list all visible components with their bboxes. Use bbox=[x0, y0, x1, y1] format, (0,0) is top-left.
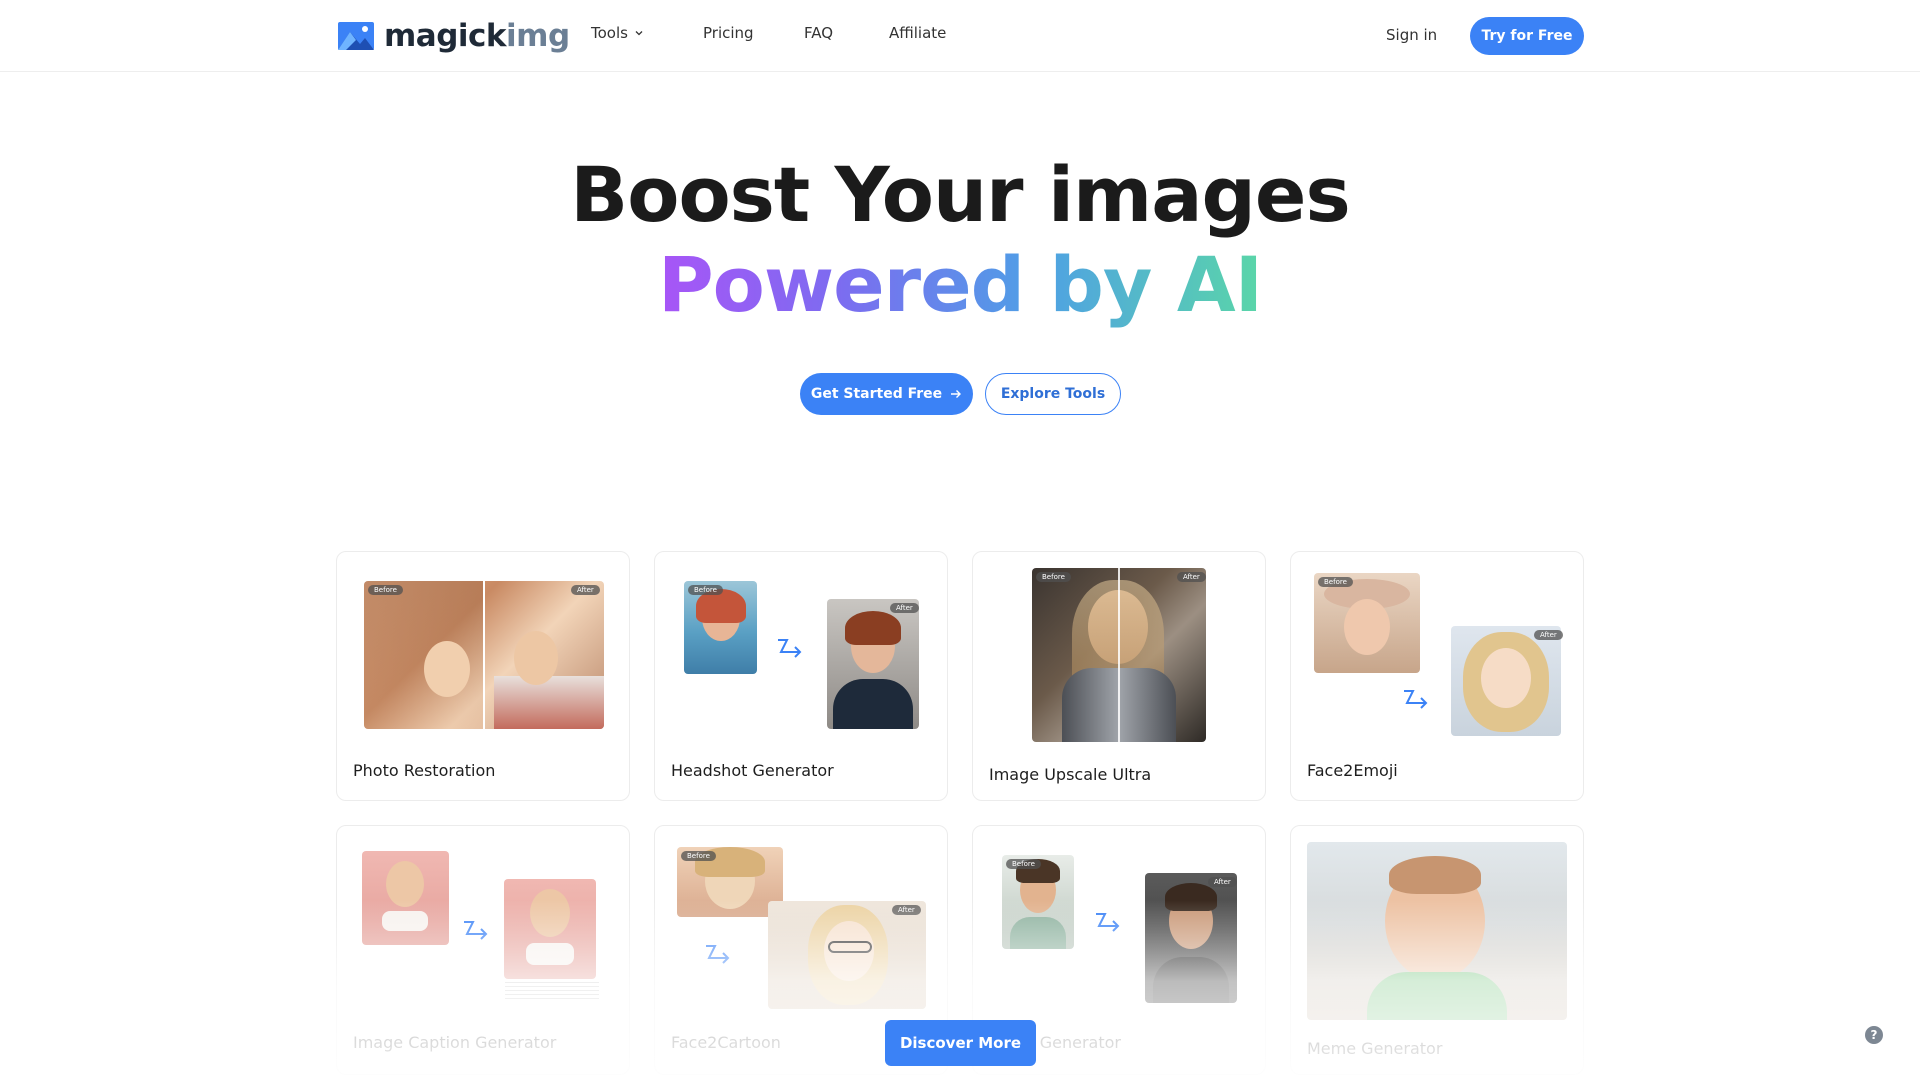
tool-card-image-caption-generator[interactable]: Image Caption Generator bbox=[336, 825, 630, 1075]
explore-tools-button[interactable]: Explore Tools bbox=[985, 373, 1121, 415]
caption-result-image bbox=[504, 879, 596, 979]
face2emoji-before-image bbox=[1314, 573, 1420, 673]
tool-card-meme-generator[interactable]: Meme Generator bbox=[1290, 825, 1584, 1075]
transform-arrow-icon bbox=[1404, 690, 1428, 709]
transform-arrow-icon bbox=[1096, 913, 1120, 932]
nav-faq-link[interactable]: FAQ bbox=[804, 24, 833, 42]
brand-name: magickimg bbox=[384, 18, 570, 54]
tool-card-title: Headshot Generator bbox=[671, 761, 834, 780]
transform-arrow-icon bbox=[706, 945, 730, 964]
try-for-free-button[interactable]: Try for Free bbox=[1470, 17, 1584, 55]
brand-name-part2: img bbox=[506, 18, 570, 54]
arrow-right-icon bbox=[951, 390, 962, 398]
after-tag: After bbox=[890, 603, 919, 613]
discover-more-button[interactable]: Discover More bbox=[885, 1020, 1036, 1066]
transform-arrow-icon bbox=[464, 921, 488, 940]
after-tag: After bbox=[1177, 572, 1206, 582]
transform-arrow-icon bbox=[778, 639, 802, 658]
sign-in-link[interactable]: Sign in bbox=[1386, 26, 1437, 44]
before-tag: Before bbox=[1318, 577, 1353, 587]
chevron-down-icon bbox=[635, 31, 643, 36]
hero-headline: Boost Your images bbox=[570, 150, 1350, 239]
brand-name-part1: magick bbox=[384, 18, 507, 54]
after-tag: After bbox=[1208, 877, 1237, 887]
before-tag: Before bbox=[681, 851, 716, 861]
upscale-preview bbox=[1032, 568, 1206, 742]
caption-text-lines bbox=[505, 982, 599, 1000]
tool-card-title: Photo Restoration bbox=[353, 761, 496, 780]
tool-card-title: Meme Generator bbox=[1307, 1039, 1443, 1058]
nav-affiliate-link[interactable]: Affiliate bbox=[889, 24, 946, 42]
after-tag: After bbox=[892, 905, 921, 915]
hero-gradient-text: Powered by AI bbox=[657, 240, 1263, 329]
before-tag: Before bbox=[688, 585, 723, 595]
after-tag: After bbox=[1534, 630, 1563, 640]
nav-tools-dropdown[interactable]: Tools bbox=[591, 24, 644, 42]
meme-preview-image bbox=[1307, 842, 1567, 1020]
after-tag: After bbox=[571, 585, 600, 595]
headshot-after-image bbox=[827, 599, 919, 729]
help-icon[interactable]: ? bbox=[1865, 1026, 1883, 1044]
tool-card-photo-restoration[interactable]: Before After Photo Restoration bbox=[336, 551, 630, 801]
tool-card-title: Face2Cartoon bbox=[671, 1033, 781, 1052]
tool-card-title: Face2Emoji bbox=[1307, 761, 1398, 780]
get-started-button[interactable]: Get Started Free bbox=[800, 373, 973, 415]
tool-card-title: Image Upscale Ultra bbox=[989, 765, 1152, 784]
tool-card-title: Image Caption Generator bbox=[353, 1033, 557, 1052]
hero-cta-row: Get Started Free Explore Tools bbox=[800, 373, 1121, 415]
face2cartoon-after-image bbox=[768, 901, 926, 1009]
tool-card-headshot-generator[interactable]: Before After Headshot Generator bbox=[654, 551, 948, 801]
top-navbar: magickimg Tools Pricing FAQ Affiliate Si… bbox=[0, 0, 1920, 72]
get-started-label: Get Started Free bbox=[810, 386, 943, 402]
face2emoji-after-image bbox=[1451, 626, 1561, 736]
hero-subheadline: Powered by AI bbox=[0, 240, 1920, 329]
before-tag: Before bbox=[1006, 859, 1041, 869]
mountain-image-logo-icon bbox=[338, 22, 374, 50]
photo-restoration-preview bbox=[364, 581, 604, 729]
photo-generator-after-image bbox=[1145, 873, 1237, 1003]
caption-source-image bbox=[362, 851, 449, 945]
brand-logo[interactable]: magickimg bbox=[338, 18, 570, 54]
before-tag: Before bbox=[1036, 572, 1071, 582]
nav-tools-label: Tools bbox=[591, 24, 628, 42]
tool-card-image-upscale-ultra[interactable]: Before After Image Upscale Ultra bbox=[972, 551, 1266, 801]
photo-generator-before-image bbox=[1002, 855, 1074, 949]
nav-pricing-link[interactable]: Pricing bbox=[703, 24, 754, 42]
tool-card-face2emoji[interactable]: Before After Face2Emoji bbox=[1290, 551, 1584, 801]
before-tag: Before bbox=[368, 585, 403, 595]
